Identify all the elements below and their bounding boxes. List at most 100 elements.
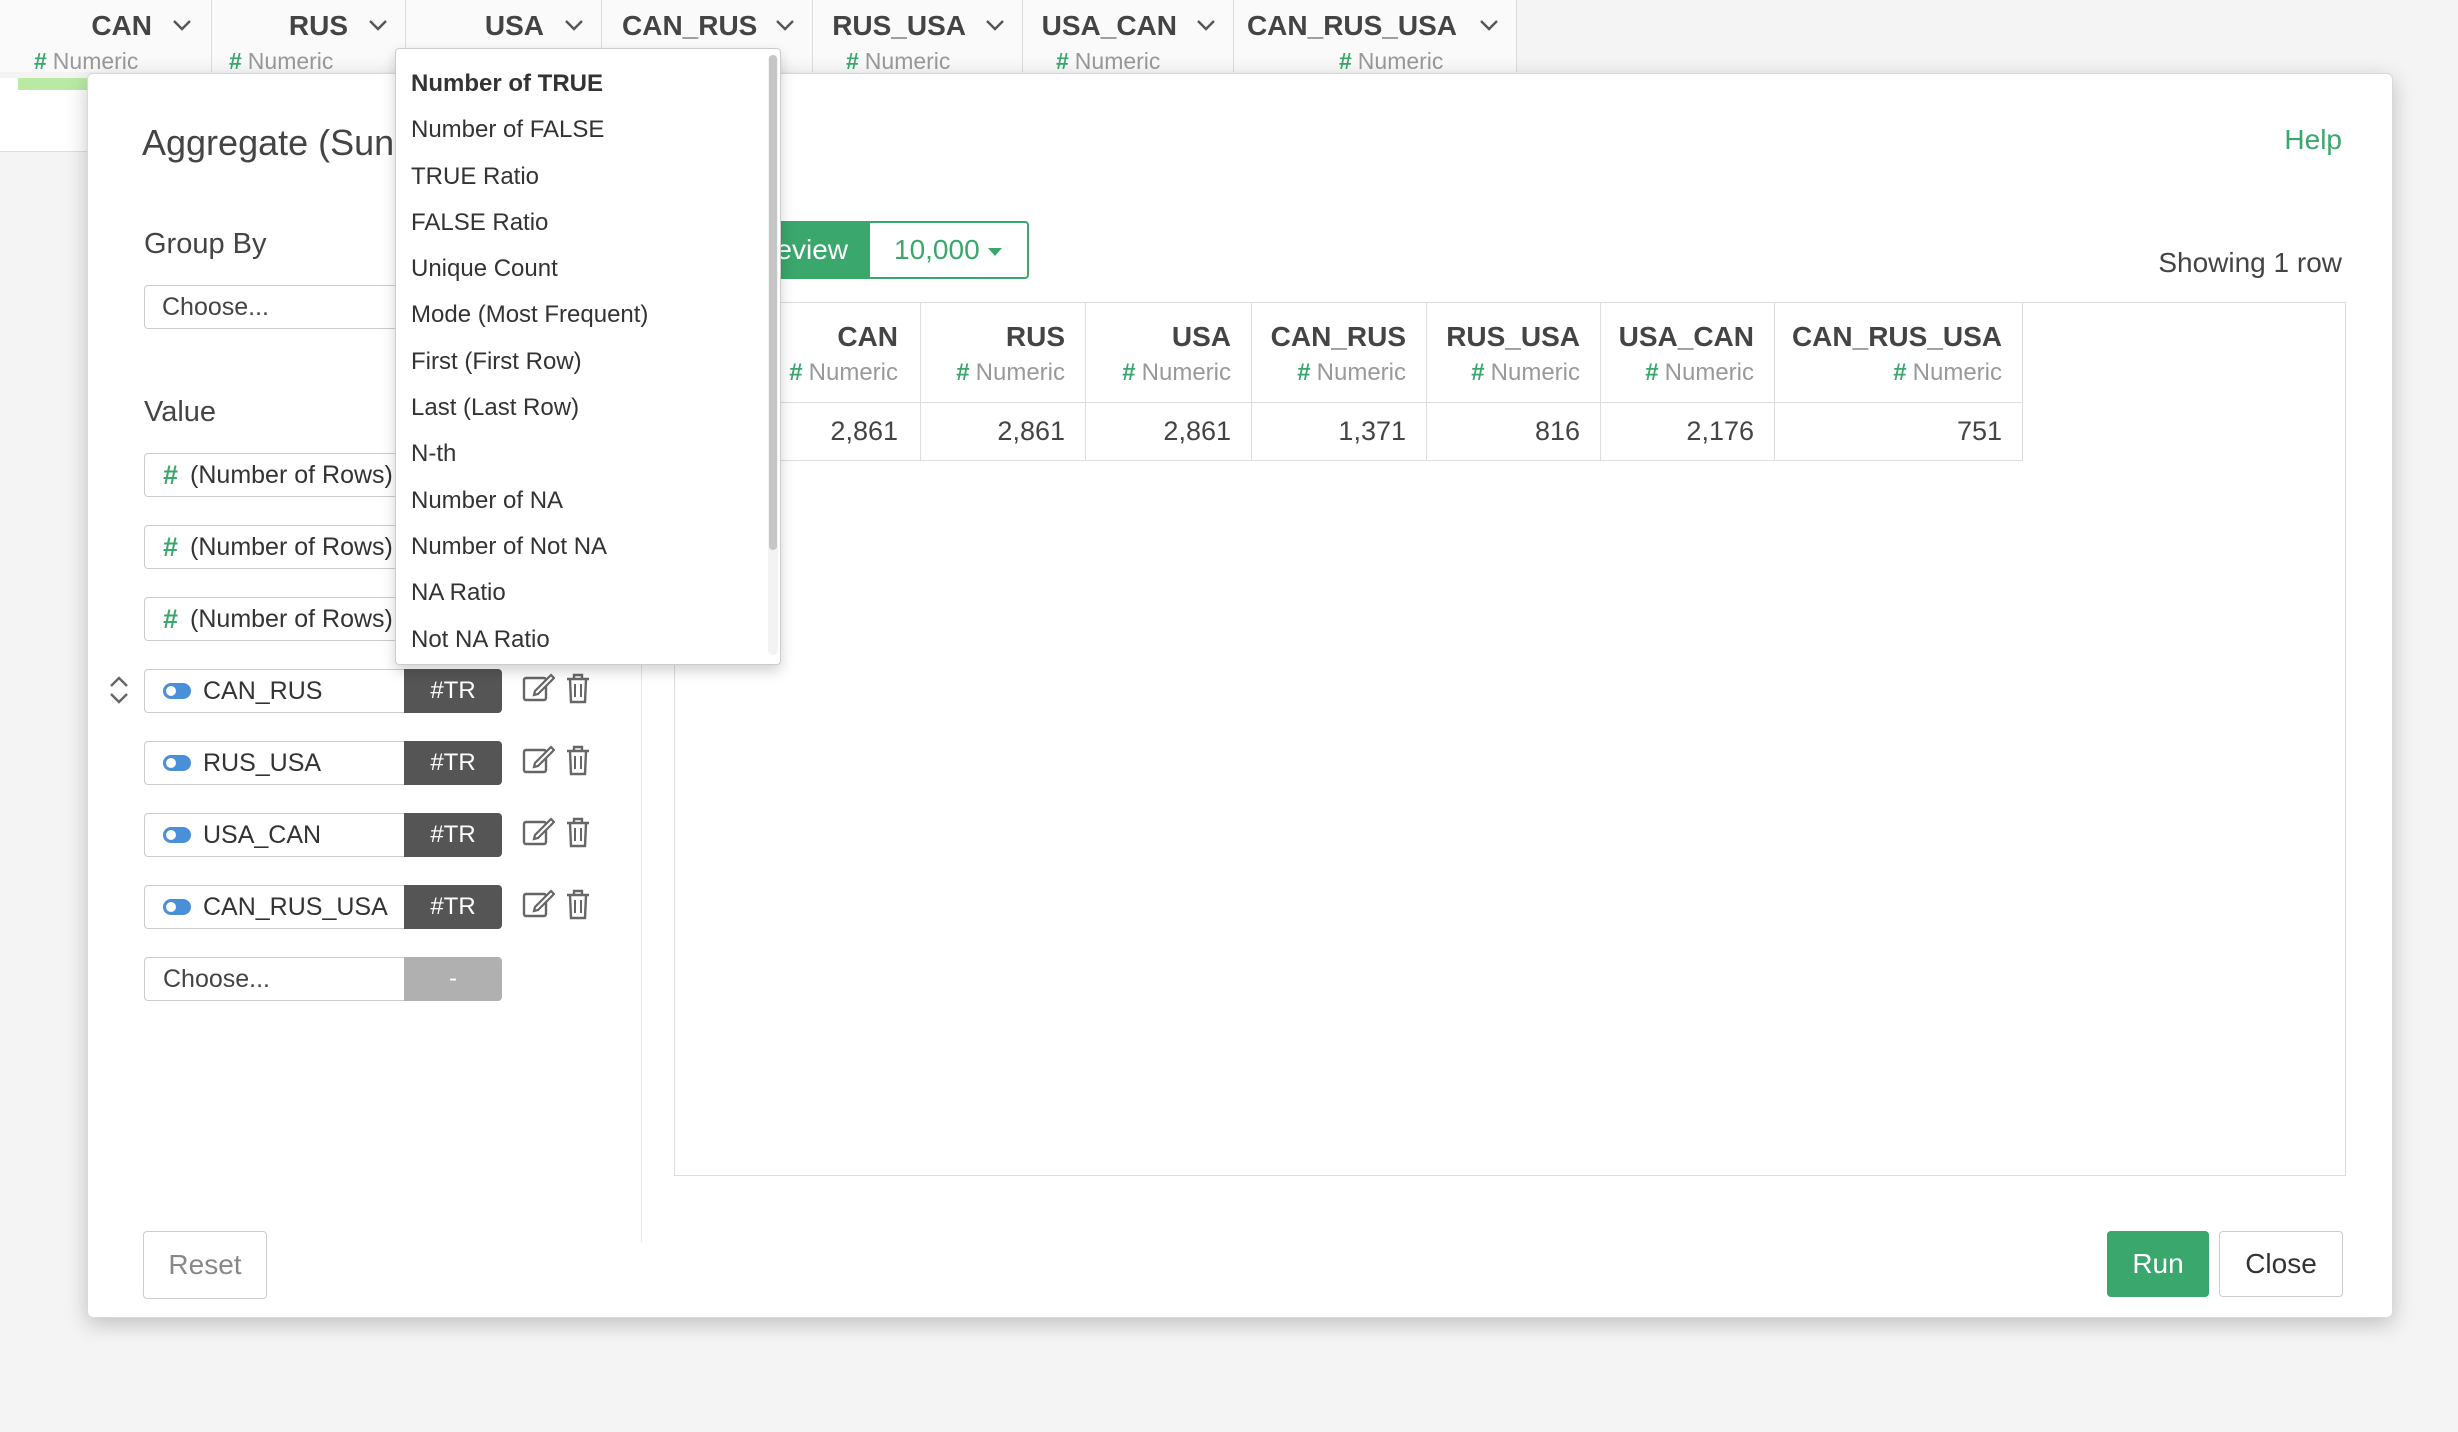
- table-cell: 2,861: [921, 403, 1085, 461]
- hash-icon: #: [956, 359, 970, 386]
- reorder-handle-icon[interactable]: [108, 675, 130, 705]
- menu-item-mode[interactable]: Mode (Most Frequent): [396, 292, 780, 338]
- column-quality-bar: [18, 78, 92, 90]
- preview-table-container: CAN # Numeric 2,861 RUS # Numeric 2,861 USA #…: [674, 302, 2346, 1176]
- menu-item-na-ratio[interactable]: NA Ratio: [396, 570, 780, 616]
- toggle-icon: [163, 755, 191, 771]
- value-column-select[interactable]: CAN_RUS_USA: [144, 885, 404, 929]
- hash-icon: #: [1471, 359, 1485, 386]
- caret-down-icon: [987, 247, 1002, 256]
- table-cell: 2,861: [1086, 403, 1251, 461]
- trash-icon[interactable]: [565, 816, 591, 850]
- bg-column-can-rus-usa[interactable]: CAN_RUS_USA # Numeric: [1234, 0, 1517, 74]
- scrollbar-thumb[interactable]: [769, 55, 777, 550]
- menu-item-number-of-not-na[interactable]: Number of Not NA: [396, 524, 780, 570]
- toggle-icon: [163, 899, 191, 915]
- aggregate-function-menu: Number of TRUE Number of FALSE TRUE Rati…: [395, 48, 781, 665]
- dialog-title: Aggregate (Sun: [142, 122, 395, 163]
- chevron-down-icon[interactable]: [1478, 14, 1500, 36]
- menu-item-last[interactable]: Last (Last Row): [396, 385, 780, 431]
- preview-column-usa: USA # Numeric 2,861: [1086, 303, 1252, 461]
- trash-icon[interactable]: [565, 744, 591, 778]
- chevron-down-icon[interactable]: [563, 14, 585, 36]
- chevron-down-icon[interactable]: [984, 14, 1006, 36]
- value-row-can-rus-usa: CAN_RUS_USA #TR: [144, 885, 502, 929]
- table-cell: 816: [1427, 403, 1600, 461]
- table-cell: 2,176: [1601, 403, 1774, 461]
- bg-column-type: # Numeric: [34, 48, 139, 74]
- toggle-icon: [163, 827, 191, 843]
- chevron-down-icon[interactable]: [367, 14, 389, 36]
- bg-column-name: USA: [484, 10, 544, 41]
- edit-icon[interactable]: [521, 815, 555, 849]
- hash-icon: #: [163, 604, 179, 634]
- hash-icon: #: [1297, 359, 1311, 386]
- menu-item-nth[interactable]: N-th: [396, 431, 780, 477]
- bg-column-rus-usa[interactable]: RUS_USA # Numeric: [813, 0, 1023, 74]
- preview-column-rus-usa: RUS_USA # Numeric 816: [1427, 303, 1601, 461]
- table-header: RUS # Numeric: [921, 303, 1085, 403]
- menu-item-true-ratio[interactable]: TRUE Ratio: [396, 154, 780, 200]
- table-cell: 751: [1775, 403, 2022, 461]
- aggregate-function-button[interactable]: -: [404, 957, 502, 1001]
- new-value-row: Choose... -: [144, 957, 502, 1001]
- value-column-select[interactable]: RUS_USA: [144, 741, 404, 785]
- bg-column-can[interactable]: CAN # Numeric: [0, 0, 212, 74]
- preview-column-rus: RUS # Numeric 2,861: [921, 303, 1086, 461]
- preview-table: CAN # Numeric 2,861 RUS # Numeric 2,861 USA #…: [675, 303, 2023, 461]
- bg-column-rus[interactable]: RUS # Numeric: [212, 0, 406, 74]
- menu-item-not-na-ratio[interactable]: Not NA Ratio: [396, 617, 780, 663]
- aggregate-function-button[interactable]: #TR: [404, 813, 502, 857]
- menu-item-false-ratio[interactable]: FALSE Ratio: [396, 200, 780, 246]
- bg-column-type: # Numeric: [229, 48, 334, 74]
- preview-column-can-rus-usa: CAN_RUS_USA # Numeric 751: [1775, 303, 2023, 461]
- bg-column-type: # Numeric: [1056, 48, 1161, 74]
- hash-icon: #: [163, 532, 179, 562]
- aggregate-function-button[interactable]: #TR: [404, 741, 502, 785]
- menu-item-unique-count[interactable]: Unique Count: [396, 246, 780, 292]
- table-header: CAN_RUS # Numeric: [1252, 303, 1426, 403]
- table-header: CAN_RUS_USA # Numeric: [1775, 303, 2022, 403]
- trash-icon[interactable]: [565, 888, 591, 922]
- table-header: USA_CAN # Numeric: [1601, 303, 1774, 403]
- edit-icon[interactable]: [521, 743, 555, 777]
- bg-column-name: CAN: [91, 10, 152, 41]
- value-row-usa-can: USA_CAN #TR: [144, 813, 502, 857]
- chevron-down-icon[interactable]: [1195, 14, 1217, 36]
- edit-icon[interactable]: [521, 671, 555, 705]
- close-button[interactable]: Close: [2219, 1231, 2343, 1297]
- row-count-text: Showing 1 row: [2158, 247, 2342, 278]
- bg-column-name: RUS_USA: [832, 10, 966, 41]
- trash-icon[interactable]: [565, 672, 591, 706]
- menu-item-first[interactable]: First (First Row): [396, 339, 780, 385]
- aggregate-function-button[interactable]: #TR: [404, 669, 502, 713]
- help-link[interactable]: Help: [2284, 124, 2342, 156]
- bg-column-type: # Numeric: [846, 48, 951, 74]
- value-column-select[interactable]: USA_CAN: [144, 813, 404, 857]
- table-header: USA # Numeric: [1086, 303, 1251, 403]
- bg-column-name: RUS: [288, 10, 348, 41]
- hash-icon: #: [789, 359, 803, 386]
- menu-item-number-of-false[interactable]: Number of FALSE: [396, 107, 780, 153]
- menu-scrollbar[interactable]: [768, 55, 778, 655]
- menu-item-number-of-na[interactable]: Number of NA: [396, 478, 780, 524]
- reset-button[interactable]: Reset: [143, 1231, 267, 1299]
- edit-icon[interactable]: [521, 887, 555, 921]
- toggle-icon: [163, 683, 191, 699]
- table-cell: 1,371: [1252, 403, 1426, 461]
- menu-item-number-of-true[interactable]: Number of TRUE: [396, 61, 780, 107]
- group-by-label: Group By: [144, 228, 267, 260]
- bg-column-type: # Numeric: [1339, 48, 1444, 74]
- new-value-column-select[interactable]: Choose...: [144, 957, 404, 1001]
- preview-column-usa-can: USA_CAN # Numeric 2,176: [1601, 303, 1775, 461]
- chevron-down-icon[interactable]: [171, 14, 193, 36]
- preview-column-can-rus: CAN_RUS # Numeric 1,371: [1252, 303, 1427, 461]
- preview-rows-select[interactable]: 10,000: [868, 221, 1029, 279]
- value-column-select[interactable]: CAN_RUS: [144, 669, 404, 713]
- run-button[interactable]: Run: [2107, 1231, 2209, 1297]
- chevron-down-icon[interactable]: [774, 14, 796, 36]
- hash-icon: #: [163, 460, 179, 490]
- hash-icon: #: [1122, 359, 1136, 386]
- bg-column-usa-can[interactable]: USA_CAN # Numeric: [1023, 0, 1234, 74]
- aggregate-function-button[interactable]: #TR: [404, 885, 502, 929]
